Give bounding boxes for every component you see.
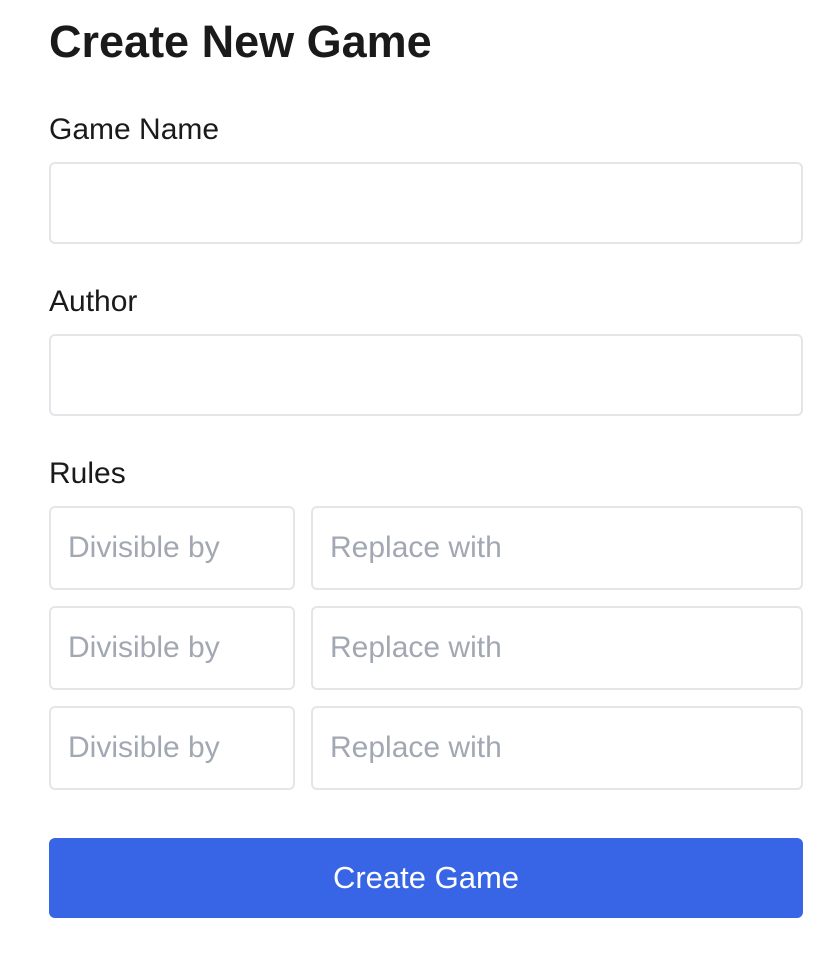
game-name-label: Game Name xyxy=(49,113,220,146)
rule-row xyxy=(49,506,803,590)
rule-replacement-input[interactable] xyxy=(311,606,803,690)
rule-divisor-input[interactable] xyxy=(49,606,295,690)
page-title: Create New Game xyxy=(49,16,432,67)
rules-label: Rules xyxy=(49,457,126,490)
rule-row xyxy=(49,606,803,690)
rule-divisor-input[interactable] xyxy=(49,506,295,590)
rule-row xyxy=(49,706,803,790)
game-name-input[interactable] xyxy=(49,162,803,244)
create-game-button[interactable]: Create Game xyxy=(49,838,803,918)
author-input[interactable] xyxy=(49,334,803,416)
rule-divisor-input[interactable] xyxy=(49,706,295,790)
author-label: Author xyxy=(49,285,138,318)
rule-replacement-input[interactable] xyxy=(311,506,803,590)
rule-replacement-input[interactable] xyxy=(311,706,803,790)
